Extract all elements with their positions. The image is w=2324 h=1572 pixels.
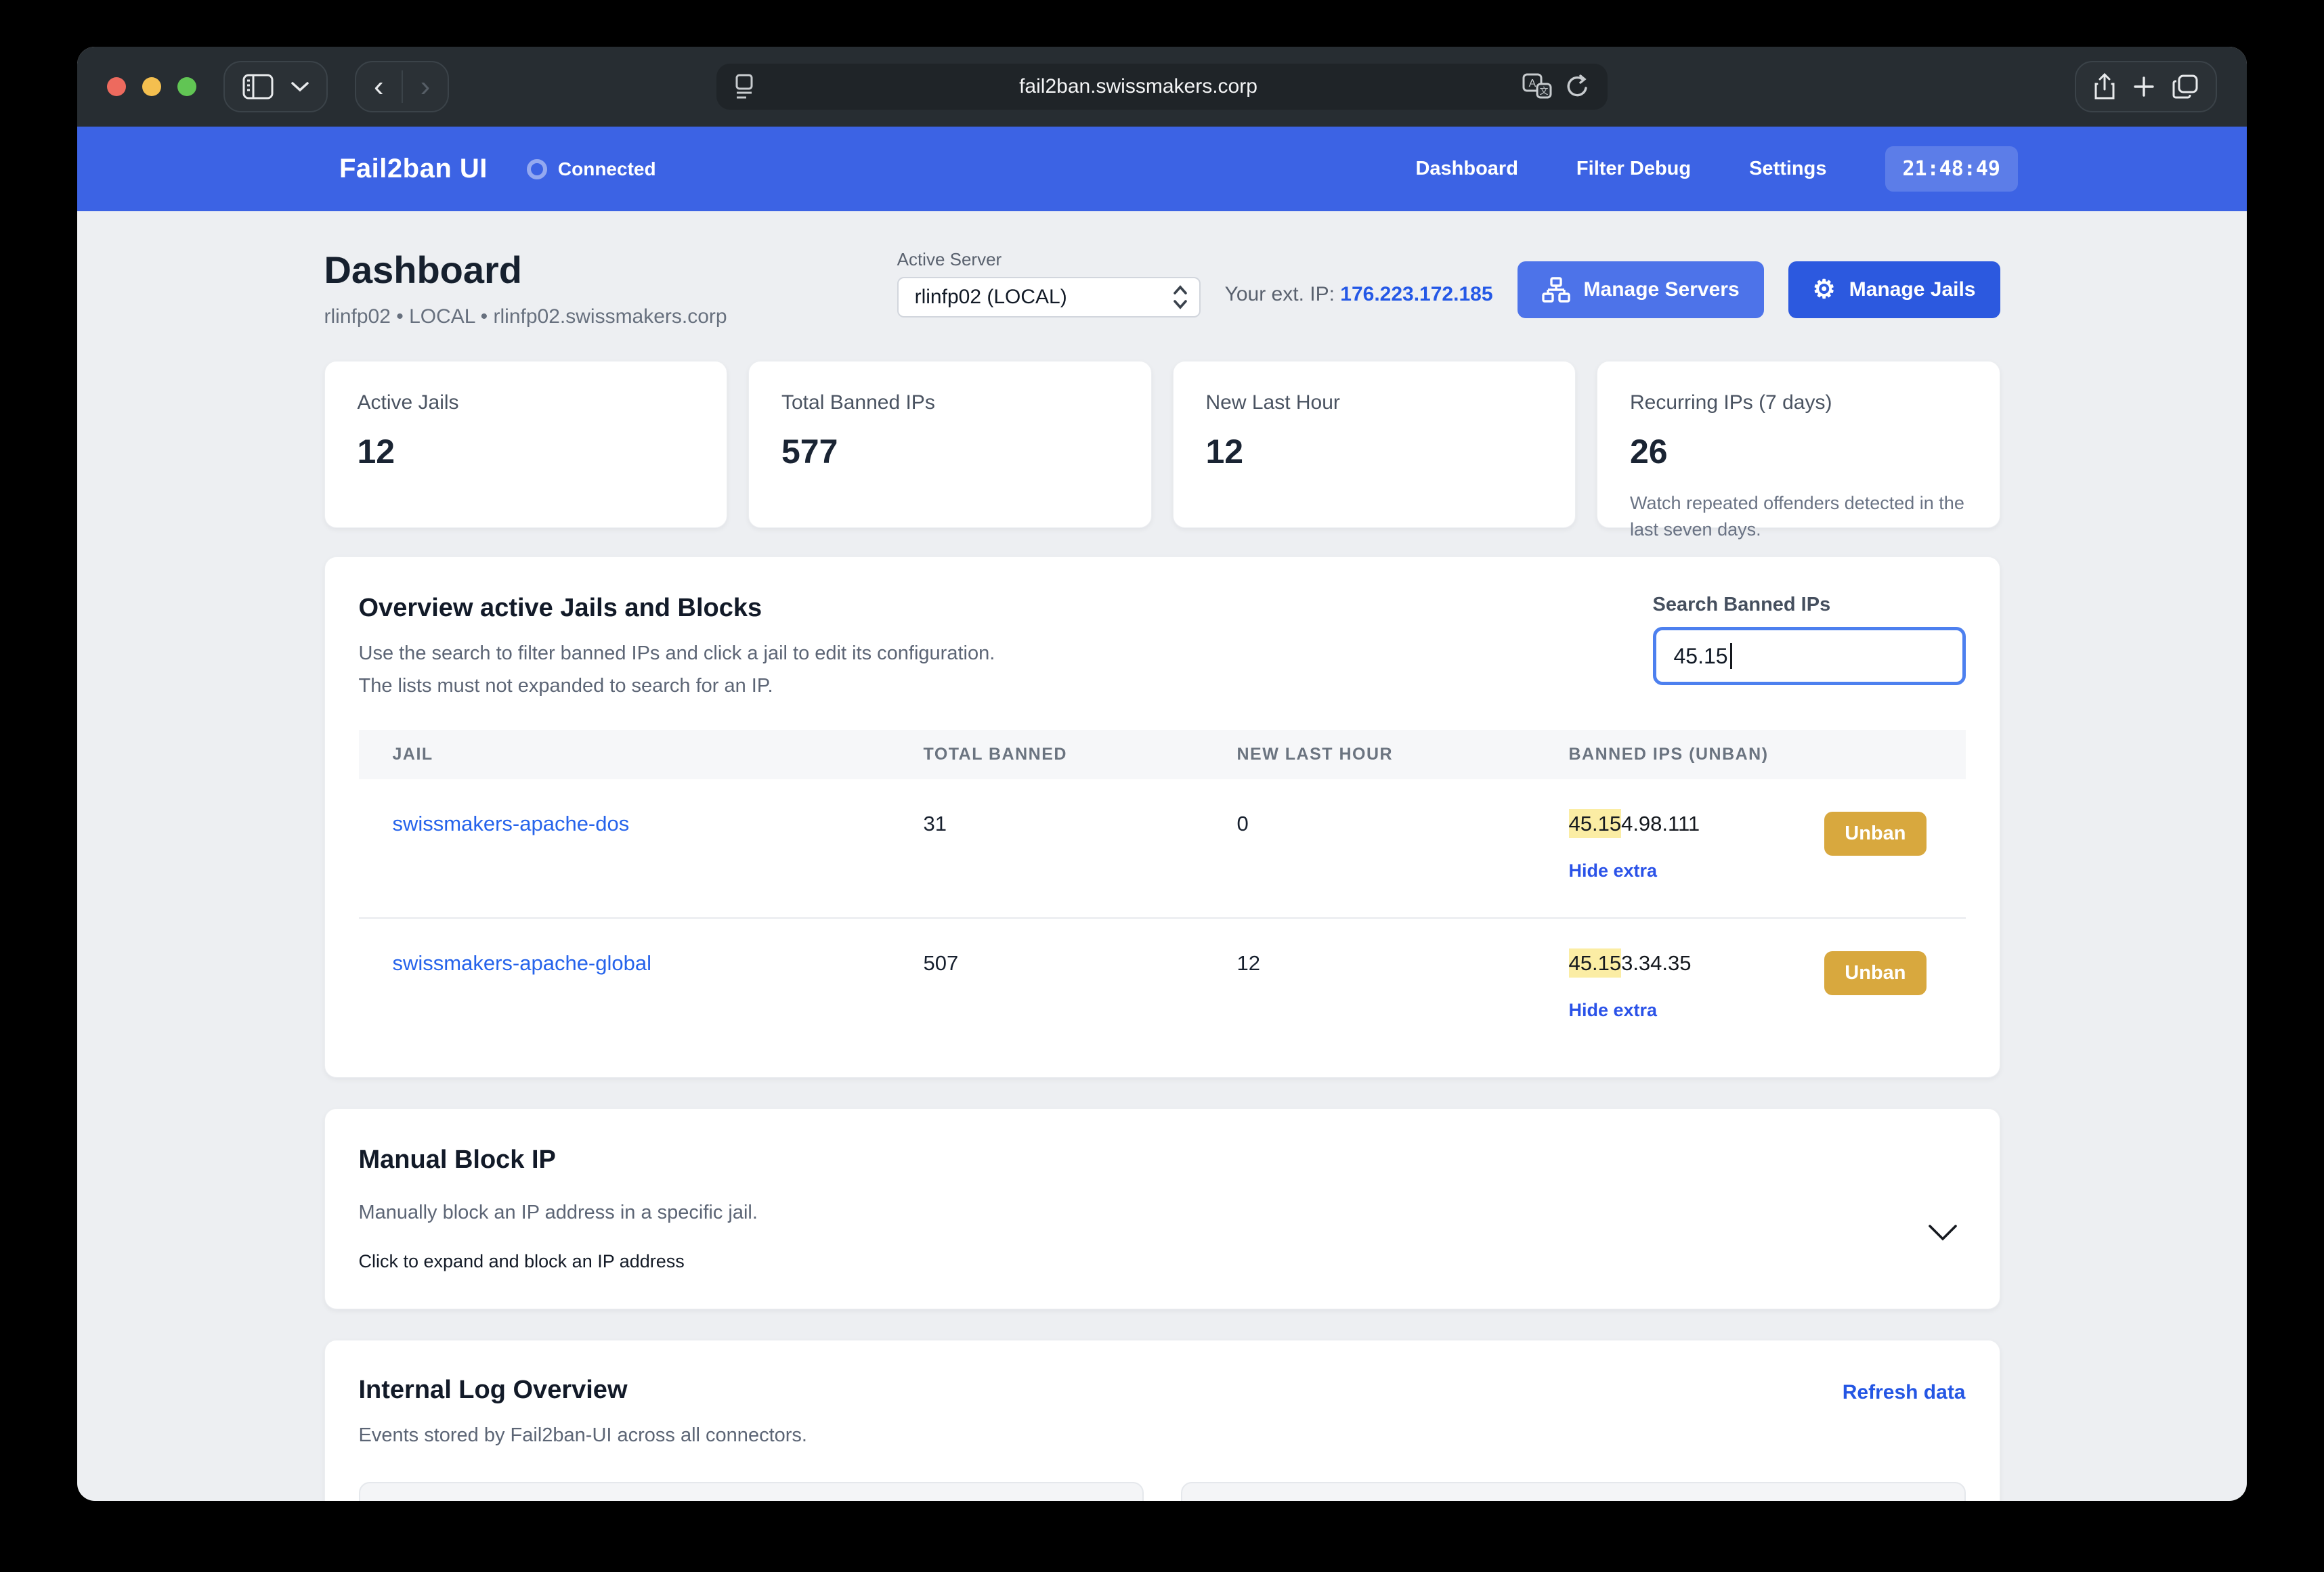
manage-servers-label: Manage Servers [1583, 278, 1740, 301]
refresh-data-link[interactable]: Refresh data [1843, 1381, 1966, 1404]
history-nav-group: ‹ › [355, 61, 450, 112]
new-last-hour-value: 0 [1236, 811, 1249, 835]
forward-button[interactable]: › [421, 72, 431, 102]
manual-block-description: Manually block an IP address in a specif… [358, 1201, 758, 1223]
connection-status: Connected [526, 158, 656, 180]
status-ring-icon [526, 158, 547, 179]
url-text[interactable]: fail2ban.swissmakers.corp [754, 75, 1522, 98]
sidebar-toggle-icon[interactable] [242, 74, 274, 100]
col-total-banned: TOTAL BANNED [923, 744, 1067, 764]
back-button[interactable]: ‹ [374, 72, 384, 102]
total-banned-value: 31 [923, 811, 947, 835]
stat-card-total-banned: Total Banned IPs 577 [748, 361, 1152, 528]
search-banned-ips-input[interactable]: 45.15 [1652, 627, 1966, 685]
search-input-value: 45.15 [1673, 643, 1728, 668]
external-ip-label: Your ext. IP: [1224, 283, 1335, 305]
header-clock: 21:48:49 [1885, 146, 2018, 192]
browser-toolbar: ‹ › fail2ban.swissmakers.corp A 文 [77, 47, 2247, 127]
log-filter-box[interactable] [358, 1481, 1144, 1501]
page-title: Dashboard [324, 248, 523, 291]
nav-dashboard[interactable]: Dashboard [1415, 158, 1518, 180]
internal-log-title: Internal Log Overview [358, 1375, 628, 1404]
new-last-hour-value: 12 [1236, 917, 1569, 1057]
app-header: Fail2ban UI Connected Dashboard Filter D… [77, 127, 2247, 211]
window-controls [107, 77, 196, 96]
app-brand: Fail2ban UI [339, 154, 488, 183]
main-nav: Dashboard Filter Debug Settings 21:48:49 [1415, 146, 2018, 192]
col-banned-ips: BANNED IPS (UNBAN) [1568, 744, 1769, 764]
stat-card-new-last-hour: New Last Hour 12 [1172, 361, 1576, 528]
search-banned-ips-label: Search Banned IPs [1652, 594, 1831, 615]
col-jail: JAIL [392, 744, 433, 764]
internal-log-description: Events stored by Fail2ban-UI across all … [358, 1424, 807, 1446]
unban-button[interactable]: Unban [1824, 811, 1927, 856]
translate-icon[interactable]: A 文 [1522, 73, 1552, 100]
hide-extra-link[interactable]: Hide extra [1569, 1000, 1658, 1021]
stat-card-recurring-ips: Recurring IPs (7 days) 26 Watch repeated… [1597, 361, 2000, 540]
stat-card-active-jails: Active Jails 12 [324, 361, 727, 528]
jails-table: JAIL TOTAL BANNED NEW LAST HOUR BANNED I… [358, 729, 1966, 1057]
reload-icon[interactable] [1564, 73, 1590, 100]
tab-overview-icon[interactable] [2172, 74, 2198, 99]
status-label: Connected [557, 158, 656, 179]
active-server-select[interactable]: rlinfp02 (LOCAL) [897, 276, 1201, 318]
sitemap-icon [1541, 277, 1570, 303]
manual-block-panel[interactable]: Manual Block IP Manually block an IP add… [324, 1108, 2000, 1309]
browser-window: ‹ › fail2ban.swissmakers.corp A 文 Fail2b… [77, 47, 2247, 1501]
manual-block-title: Manual Block IP [358, 1145, 556, 1174]
gear-icon: ⚙ [1812, 276, 1836, 304]
total-banned-value: 507 [923, 917, 1237, 1057]
minimize-window-button[interactable] [142, 77, 161, 96]
internal-log-panel: Internal Log Overview Events stored by F… [324, 1339, 2000, 1501]
close-window-button[interactable] [107, 77, 126, 96]
page-header: Dashboard rlinfp02 • LOCAL • rlinfp02.sw… [324, 248, 2000, 328]
manage-jails-button[interactable]: ⚙ Manage Jails [1788, 261, 2000, 318]
manual-block-hint: Click to expand and block an IP address [358, 1250, 685, 1271]
jail-link[interactable]: swissmakers-apache-dos [393, 812, 630, 835]
banned-ip: 45.153.34.35 [1568, 948, 1692, 978]
external-ip: Your ext. IP: 176.223.172.185 [1225, 283, 1493, 306]
text-caret [1729, 643, 1732, 669]
sidebar-group [223, 61, 328, 112]
table-header-row: JAIL TOTAL BANNED NEW LAST HOUR BANNED I… [358, 729, 1966, 779]
table-row: swissmakers-apache-global 507 12 45.153.… [358, 917, 1966, 1057]
svg-text:A: A [1529, 78, 1536, 89]
tab-actions-group [2075, 61, 2217, 112]
log-filter-box[interactable] [1180, 1481, 1966, 1501]
page-subtitle: rlinfp02 • LOCAL • rlinfp02.swissmakers.… [324, 305, 727, 328]
jail-link[interactable]: swissmakers-apache-global [393, 951, 652, 975]
banned-ip: 45.154.98.111 [1568, 808, 1700, 838]
svg-text:文: 文 [1539, 86, 1548, 96]
main-content: Dashboard rlinfp02 • LOCAL • rlinfp02.sw… [77, 211, 2247, 1501]
address-bar[interactable]: fail2ban.swissmakers.corp A 文 [716, 64, 1608, 110]
new-tab-icon[interactable] [2133, 76, 2155, 97]
select-updown-icon [1173, 284, 1187, 309]
nav-filter-debug[interactable]: Filter Debug [1576, 158, 1691, 180]
active-server-label: Active Server [897, 248, 1002, 269]
active-server-value: rlinfp02 (LOCAL) [914, 285, 1067, 308]
hide-extra-link[interactable]: Hide extra [1569, 860, 1658, 881]
unban-button[interactable]: Unban [1824, 951, 1927, 995]
overview-description-2: The lists must not expanded to search fo… [358, 674, 773, 697]
expand-chevron-down-icon[interactable] [1928, 1224, 1958, 1245]
nav-settings[interactable]: Settings [1749, 158, 1826, 180]
manage-jails-label: Manage Jails [1849, 278, 1976, 301]
overview-description-1: Use the search to filter banned IPs and … [358, 642, 995, 664]
manage-servers-button[interactable]: Manage Servers [1517, 261, 1764, 318]
page-format-icon[interactable] [734, 74, 754, 100]
external-ip-value: 176.223.172.185 [1340, 283, 1493, 305]
col-new-last-hour: NEW LAST HOUR [1236, 744, 1394, 764]
overview-title: Overview active Jails and Blocks [358, 594, 762, 622]
share-icon[interactable] [2094, 73, 2115, 100]
sidebar-chevron-down-icon[interactable] [291, 81, 309, 92]
overview-panel: Overview active Jails and Blocks Use the… [324, 556, 2000, 1078]
zoom-window-button[interactable] [177, 77, 196, 96]
table-row: swissmakers-apache-dos 31 0 45.154.98.11… [359, 779, 1966, 918]
stat-cards: Active Jails 12 Total Banned IPs 577 New… [324, 361, 2000, 540]
